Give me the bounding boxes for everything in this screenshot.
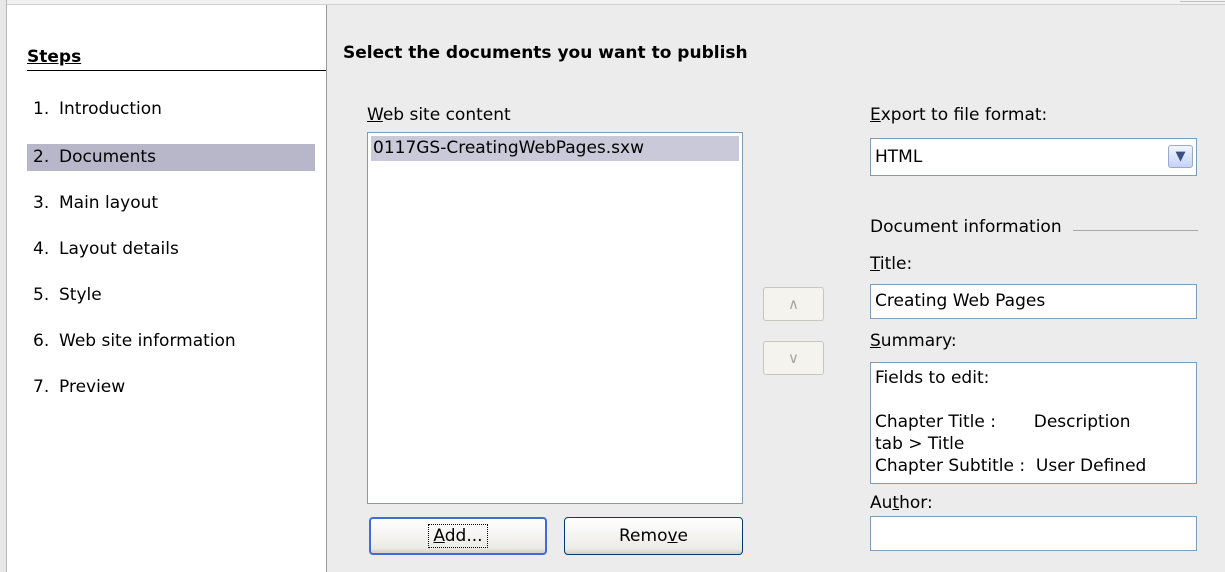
chevron-down-icon[interactable]: ▼ xyxy=(1168,145,1193,168)
steps-header-rule xyxy=(27,70,332,71)
step-label: Web site information xyxy=(59,331,236,351)
web-site-content-list[interactable]: 0117GS-CreatingWebPages.sxw xyxy=(367,132,743,504)
step-label: Style xyxy=(59,285,102,305)
summary-field[interactable]: Fields to edit: Chapter Title : Descript… xyxy=(870,362,1197,484)
steps-panel: Steps 1. Introduction 2. Documents 3. Main … xyxy=(7,5,332,572)
step-introduction[interactable]: 1. Introduction xyxy=(27,96,315,123)
step-label: Layout details xyxy=(59,239,179,259)
page-title: Select the documents you want to publish xyxy=(343,43,748,63)
documents-page: Select the documents you want to publish… xyxy=(327,5,1225,572)
step-label: Main layout xyxy=(59,193,159,213)
document-information-label: Document information xyxy=(870,217,1062,237)
author-label: Author: xyxy=(870,493,933,513)
step-number: 6. xyxy=(33,331,50,351)
author-field[interactable] xyxy=(870,516,1197,551)
summary-label: Summary: xyxy=(870,331,957,351)
step-label: Documents xyxy=(59,147,156,167)
export-format-value: HTML xyxy=(875,147,923,167)
web-site-content-label: Web site content xyxy=(367,105,511,125)
window-left-edge xyxy=(0,0,7,572)
step-layout-details[interactable]: 4. Layout details xyxy=(27,236,315,263)
step-preview[interactable]: 7. Preview xyxy=(27,374,315,401)
focus-rect: Add... xyxy=(428,524,488,548)
move-down-button[interactable]: ∨ xyxy=(763,341,824,375)
up-arrow-icon: ∧ xyxy=(788,295,799,313)
group-separator xyxy=(1073,230,1198,231)
step-number: 2. xyxy=(33,147,50,167)
remove-button[interactable]: Remove xyxy=(564,517,743,555)
down-arrow-icon: ∨ xyxy=(788,349,799,367)
step-number: 5. xyxy=(33,285,50,305)
step-label: Preview xyxy=(59,377,126,397)
step-web-site-information[interactable]: 6. Web site information xyxy=(27,328,315,355)
window-corner-line xyxy=(1180,1,1225,2)
list-item[interactable]: 0117GS-CreatingWebPages.sxw xyxy=(371,136,739,161)
step-documents[interactable]: 2. Documents xyxy=(27,144,315,171)
step-style[interactable]: 5. Style xyxy=(27,282,315,309)
title-field[interactable]: Creating Web Pages xyxy=(870,284,1197,319)
step-number: 7. xyxy=(33,377,50,397)
export-format-select[interactable]: HTML ▼ xyxy=(870,138,1197,176)
move-up-button[interactable]: ∧ xyxy=(763,287,824,321)
steps-header: Steps xyxy=(27,47,82,67)
step-main-layout[interactable]: 3. Main layout xyxy=(27,190,315,217)
step-number: 3. xyxy=(33,193,50,213)
add-button[interactable]: Add... xyxy=(369,517,547,555)
wizard-dialog: Steps 1. Introduction 2. Documents 3. Main … xyxy=(0,0,1225,572)
step-number: 1. xyxy=(33,99,50,119)
export-format-label: Export to file format: xyxy=(870,105,1048,125)
title-label: Title: xyxy=(870,254,913,274)
step-label: Introduction xyxy=(59,99,162,119)
step-number: 4. xyxy=(33,239,50,259)
